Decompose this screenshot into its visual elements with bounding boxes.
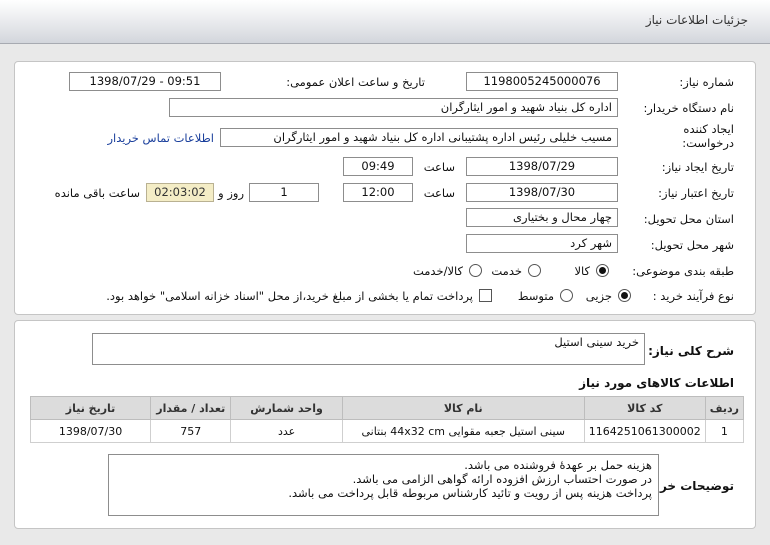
cell-quantity: 757 [150,419,232,443]
treasury-payment-checkbox[interactable] [479,289,492,302]
province-label: استان محل تحویل: [643,212,734,226]
remaining-label: ساعت باقی مانده [54,186,140,200]
days-field[interactable]: 1 [249,183,319,202]
created-time-field[interactable]: 09:49 [343,157,413,176]
treasury-payment-note: پرداخت تمام یا بخشی از مبلغ خرید،از محل … [106,289,473,303]
cell-code: 1164251061300002 [583,419,706,443]
category-goods-label: کالا [574,264,590,278]
creator-label: ایجاد کننده [683,122,734,136]
goods-section-title: اطلاعات کالاهای مورد نیاز [579,376,734,390]
buyer-contact-link[interactable]: اطلاعات تماس خریدار [107,131,214,145]
cell-date: 1398/07/30 [29,419,152,443]
col-header-name: نام کالا [341,396,585,420]
creator-field[interactable]: مسیب خلیلی رئیس اداره پشتیبانی اداره کل … [220,128,618,147]
announce-date-label: تاریخ و ساعت اعلان عمومی: [286,75,425,89]
category-service-radio[interactable] [528,264,541,277]
city-field[interactable]: شهر کرد [466,234,618,253]
page-header: جزئیات اطلاعات نیاز [0,0,770,44]
goods-table: ردیف کد کالا نام کالا واحد شمارش تعداد /… [29,396,745,443]
goods-panel: شرح کلی نیاز: خرید سینی استیل اطلاعات کا… [14,320,756,529]
buyer-org-label: نام دستگاه خریدار: [643,101,734,115]
process-minor-radio[interactable] [618,289,631,302]
validity-time-label: ساعت [423,186,455,200]
need-number-field[interactable]: 1198005245000076 [466,72,618,91]
city-label: شهر محل تحویل: [650,238,734,252]
created-date-field[interactable]: 1398/07/29 [466,157,618,176]
buyer-desc-box[interactable]: هزینه حمل بر عهدۀ فروشنده می باشد. در صو… [108,454,659,516]
creator-label-2: درخواست: [682,136,734,150]
process-medium-radio[interactable] [560,289,573,302]
summary-field[interactable]: خرید سینی استیل [92,333,645,365]
cell-unit: عدد [230,419,343,443]
announce-date-field[interactable]: 1398/07/29 - 09:51 [69,72,221,91]
category-service-label: خدمت [491,264,522,278]
buyer-desc-line: در صورت احتساب ارزش افزوده ارائه گواهی ا… [352,472,652,486]
province-field[interactable]: چهار محال و بختیاری [466,208,618,227]
validity-time-field[interactable]: 12:00 [343,183,413,202]
col-header-date: تاریخ نیاز [29,396,152,420]
need-info-panel: شماره نیاز: 1198005245000076 تاریخ و ساع… [14,61,756,315]
created-date-label: تاریخ ایجاد نیاز: [661,160,734,174]
category-both-label: کالا/خدمت [412,264,463,278]
process-type-label: نوع فرآیند خرید : [652,289,734,303]
remaining-time-badge: 02:03:02 [146,183,214,202]
col-header-unit: واحد شمارش [230,396,343,420]
table-row[interactable]: 1 1164251061300002 سینی استیل جعبه مقوای… [29,419,745,443]
validity-date-field[interactable]: 1398/07/30 [466,183,618,202]
cell-row: 1 [704,419,745,443]
process-minor-label: جزیی [585,289,612,303]
summary-label: شرح کلی نیاز: [648,344,734,358]
buyer-org-field[interactable]: اداره کل بنیاد شهید و امور ایثارگران [169,98,618,117]
buyer-desc-line: هزینه حمل بر عهدۀ فروشنده می باشد. [464,458,652,472]
validity-date-label: تاریخ اعتبار نیاز: [658,186,734,200]
col-header-row: ردیف [704,396,745,420]
process-medium-label: متوسط [517,289,554,303]
created-time-label: ساعت [423,160,455,174]
need-number-label: شماره نیاز: [679,75,734,89]
category-both-radio[interactable] [469,264,482,277]
buyer-desc-line: پرداخت هزینه پس از رویت و تائید کارشناس … [288,486,652,500]
col-header-code: کد کالا [583,396,706,420]
page-title: جزئیات اطلاعات نیاز [645,13,748,27]
category-label: طبقه بندی موضوعی: [632,264,734,278]
category-goods-radio[interactable] [596,264,609,277]
col-header-quantity: تعداد / مقدار [150,396,232,420]
cell-name: سینی استیل جعبه مقوایی 44x32 cm بنتانی [341,419,585,443]
days-label: روز و [218,186,244,200]
